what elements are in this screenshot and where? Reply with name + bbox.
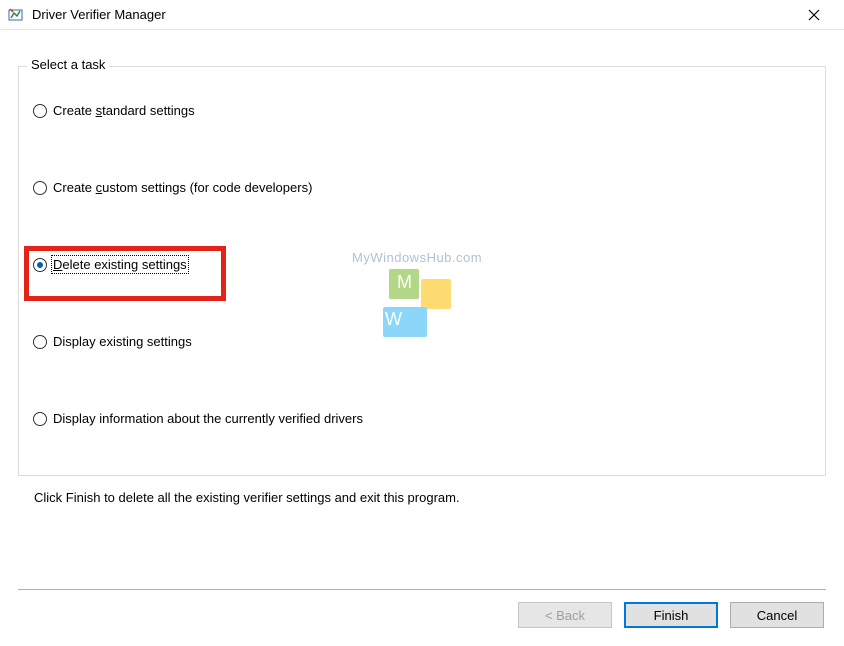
finish-button[interactable]: Finish: [624, 602, 718, 628]
footer-separator: [18, 589, 826, 590]
close-button[interactable]: [792, 0, 836, 30]
radio-icon: [33, 335, 47, 349]
window-title: Driver Verifier Manager: [32, 7, 166, 22]
radio-icon: [33, 258, 47, 272]
cancel-label: Cancel: [757, 608, 797, 623]
radio-display-existing[interactable]: Display existing settings: [29, 334, 815, 349]
task-groupbox: Select a task Create standard settings C…: [18, 66, 826, 476]
radio-create-custom[interactable]: Create custom settings (for code develop…: [29, 180, 815, 195]
finish-label: Finish: [654, 608, 689, 623]
back-button: < Back: [518, 602, 612, 628]
radio-label: Create custom settings (for code develop…: [53, 180, 312, 195]
radio-icon: [33, 181, 47, 195]
wizard-page: Select a task Create standard settings C…: [0, 30, 844, 590]
radio-create-standard[interactable]: Create standard settings: [29, 103, 815, 118]
groupbox-legend: Select a task: [27, 57, 109, 72]
radio-label: Delete existing settings: [53, 257, 187, 272]
radio-label: Display existing settings: [53, 334, 192, 349]
radio-icon: [33, 412, 47, 426]
titlebar: Driver Verifier Manager: [0, 0, 844, 30]
app-icon: [8, 7, 24, 23]
cancel-button[interactable]: Cancel: [730, 602, 824, 628]
close-icon: [808, 9, 820, 21]
instruction-text: Click Finish to delete all the existing …: [34, 490, 826, 505]
radio-label: Create standard settings: [53, 103, 195, 118]
back-label: < Back: [545, 608, 585, 623]
radio-delete-existing[interactable]: Delete existing settings: [29, 257, 815, 272]
radio-icon: [33, 104, 47, 118]
radio-label: Display information about the currently …: [53, 411, 363, 426]
wizard-buttons: < Back Finish Cancel: [518, 602, 824, 628]
radio-display-info[interactable]: Display information about the currently …: [29, 411, 815, 426]
